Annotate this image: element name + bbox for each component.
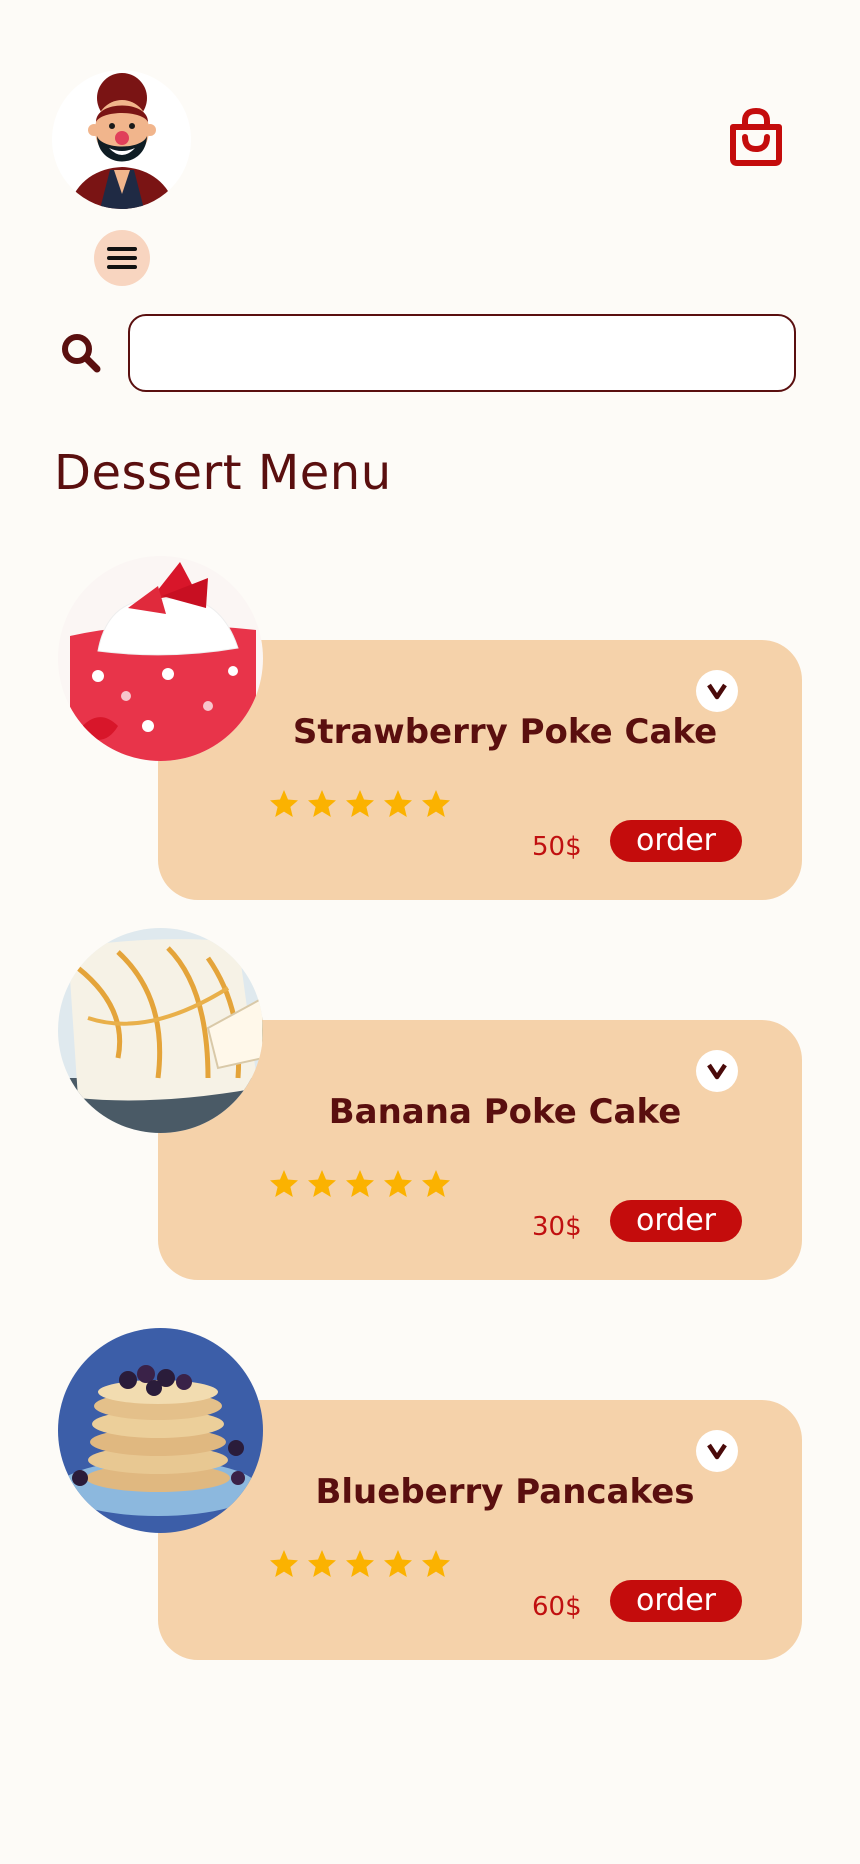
star-icon [422,790,450,817]
dish-price: 30$ [532,1212,582,1242]
shopping-bag-icon [730,107,782,166]
dish-price: 60$ [532,1592,582,1622]
dish-price: 50$ [532,832,582,862]
expand-button[interactable] [696,670,738,712]
rating-stars [268,788,452,820]
star-icon [346,1170,374,1197]
star-icon [270,1170,298,1197]
star-icon [422,1170,450,1197]
star-icon [270,1550,298,1577]
chevron-down-icon [707,1443,727,1460]
avatar[interactable] [52,70,191,209]
star-icon [308,1170,336,1197]
bearded-man-avatar-icon [52,70,191,209]
rating-stars [268,1168,452,1200]
hamburger-menu-icon [107,247,137,269]
star-icon [346,790,374,817]
expand-button[interactable] [696,1050,738,1092]
dish-name: Strawberry Poke Cake [292,712,718,752]
strawberry-poke-cake-photo [58,556,263,761]
expand-button[interactable] [696,1430,738,1472]
star-icon [384,1170,412,1197]
star-icon [384,790,412,817]
blueberry-pancakes-photo [58,1328,263,1533]
star-icon [308,1550,336,1577]
star-icon [384,1550,412,1577]
search-input[interactable] [128,314,796,392]
chevron-down-icon [707,683,727,700]
banana-poke-cake-photo [58,928,263,1133]
search-icon[interactable] [60,332,102,374]
cart-button[interactable] [725,105,787,167]
chevron-down-icon [707,1063,727,1080]
rating-stars [268,1548,452,1580]
star-icon [270,790,298,817]
order-button[interactable]: order [610,820,742,862]
dish-name: Blueberry Pancakes [315,1472,695,1512]
order-button[interactable]: order [610,1580,742,1622]
page-title: Dessert Menu [54,445,392,501]
menu-button[interactable] [94,230,150,286]
dish-name: Banana Poke Cake [328,1092,682,1132]
order-button[interactable]: order [610,1200,742,1242]
star-icon [422,1550,450,1577]
star-icon [308,790,336,817]
star-icon [346,1550,374,1577]
